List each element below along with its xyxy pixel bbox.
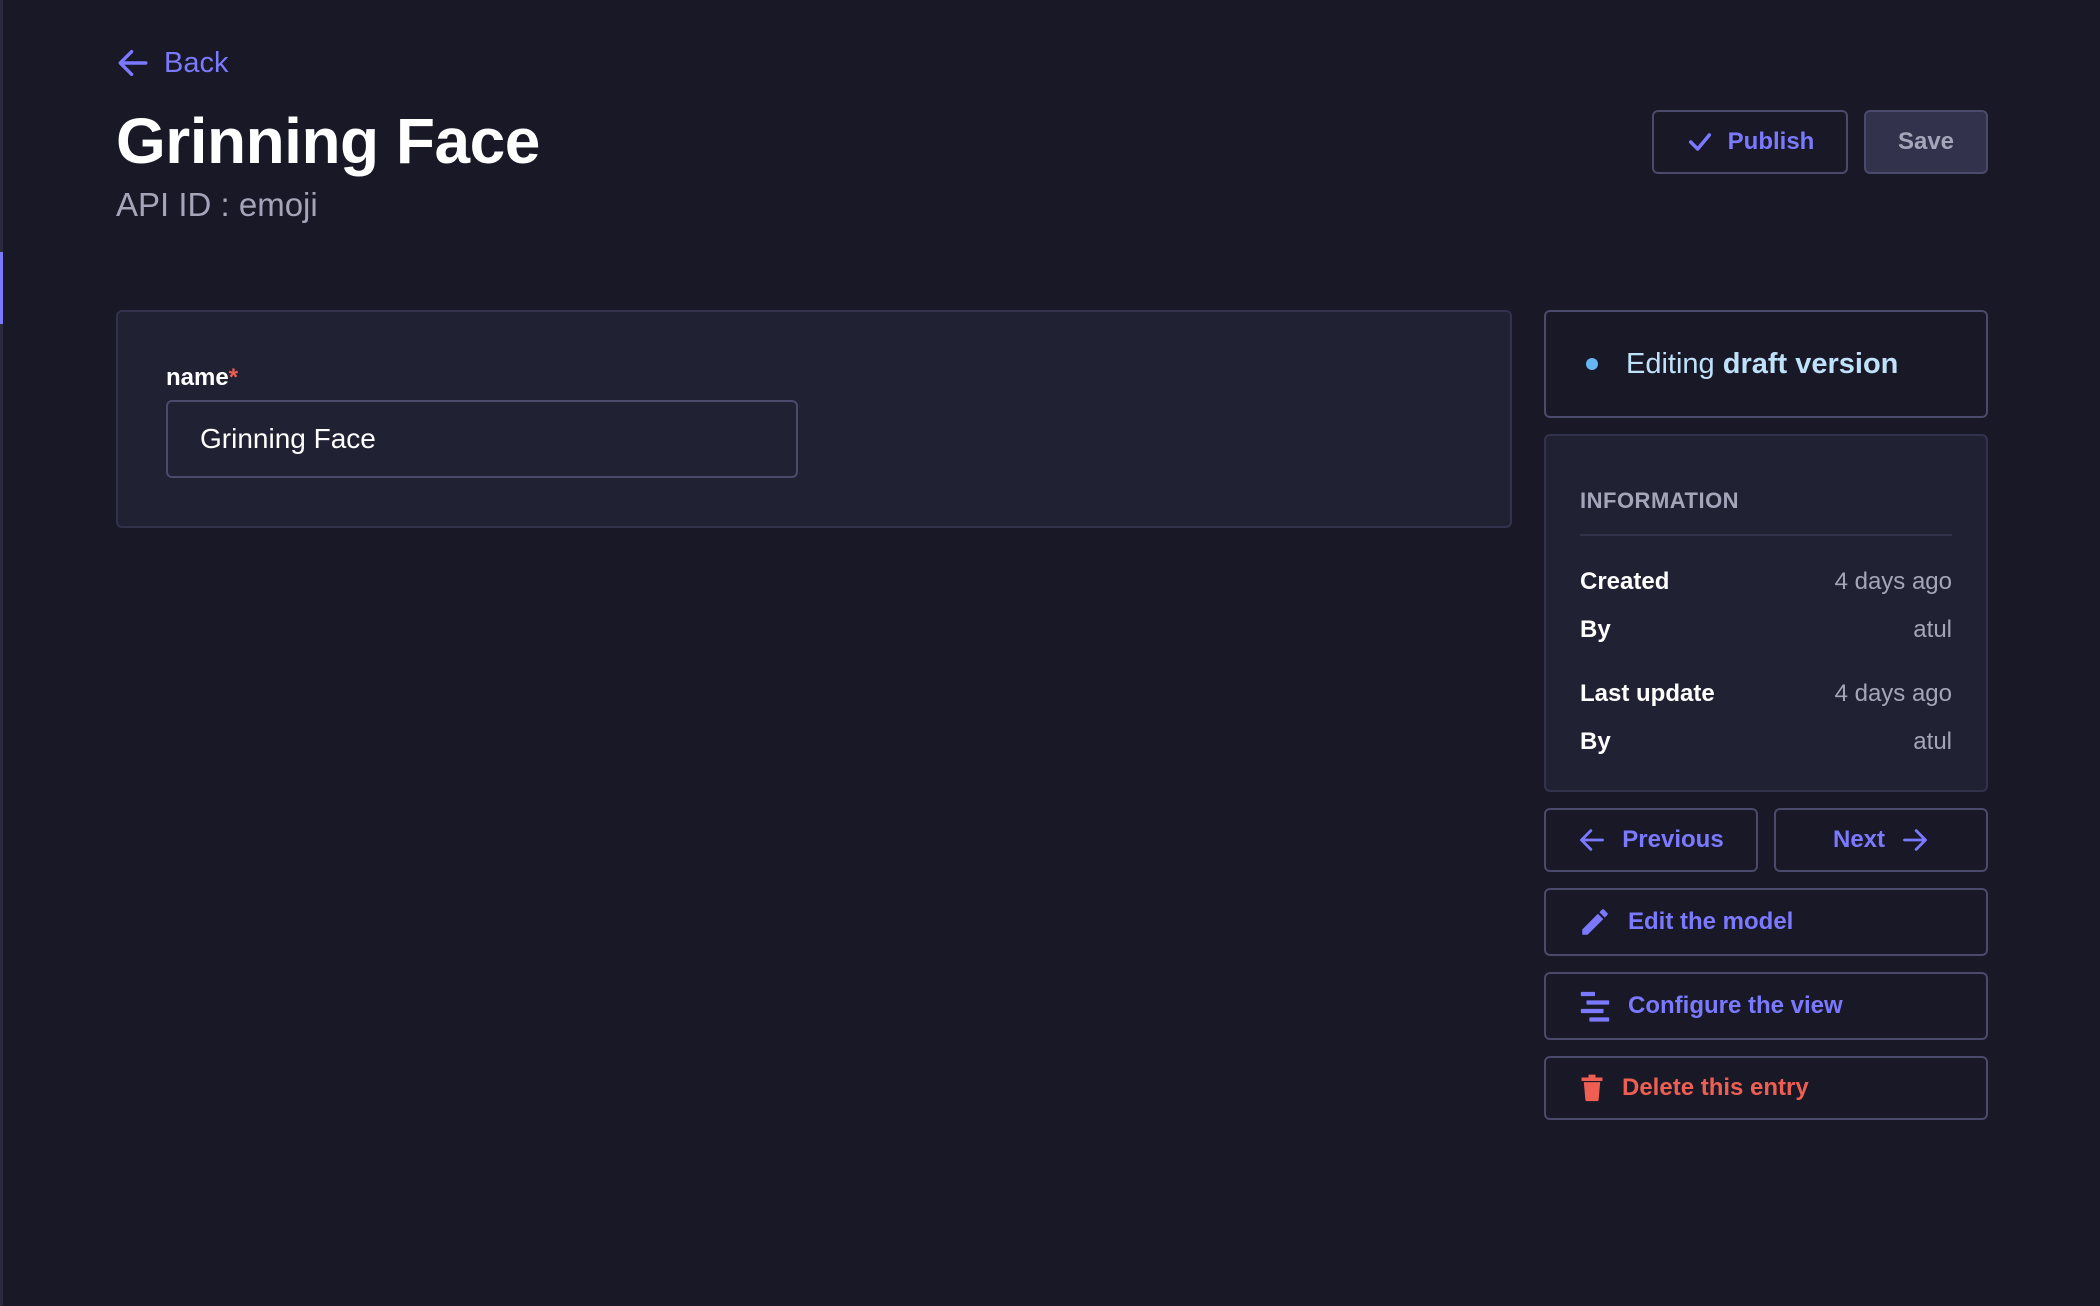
arrow-left-icon [1580,829,1605,851]
pencil-icon [1582,909,1608,935]
created-row: Created 4 days ago [1580,558,1952,606]
status-prefix: Editing [1626,347,1715,380]
information-panel: INFORMATION Created 4 days ago By atul L… [1544,434,1988,792]
created-by-row: By atul [1580,606,1952,654]
created-by-label: By [1580,616,1611,643]
name-field-label: name* [166,364,238,392]
status-emphasis: draft version [1722,347,1899,380]
updated-by-label: By [1580,728,1611,755]
required-mark: * [228,364,239,391]
publish-label: Publish [1727,128,1815,155]
arrow-right-icon [1903,829,1927,851]
edit-model-button[interactable]: Edit the model [1544,888,1988,956]
left-nav-edge [0,0,3,1306]
delete-entry-label: Delete this entry [1622,1074,1809,1101]
back-label: Back [164,46,229,79]
updated-by-row: By atul [1580,718,1952,766]
layout-icon [1580,991,1610,1022]
previous-button[interactable]: Previous [1544,808,1758,872]
configure-view-button[interactable]: Configure the view [1544,972,1988,1040]
previous-label: Previous [1622,826,1724,853]
created-label: Created [1580,568,1670,595]
created-value: 4 days ago [1834,568,1952,595]
updated-by-value: atul [1913,728,1952,755]
publish-button[interactable]: Publish [1652,110,1848,174]
last-update-value: 4 days ago [1834,680,1952,707]
updated-group: Last update 4 days ago By atul [1580,670,1952,766]
entry-form-card: name* [116,310,1512,528]
name-label-text: name [166,364,229,391]
check-icon [1688,133,1711,151]
next-button[interactable]: Next [1774,808,1988,872]
name-input[interactable] [166,400,798,478]
content-manager-edit-view: Back Grinning Face API ID : emoji Publis… [0,0,2100,1306]
information-heading: INFORMATION [1580,488,1952,536]
edit-model-label: Edit the model [1628,908,1794,935]
arrow-left-icon [118,49,148,77]
created-by-value: atul [1913,616,1952,643]
last-update-row: Last update 4 days ago [1580,670,1952,718]
configure-view-label: Configure the view [1628,992,1843,1019]
api-id: API ID : emoji [116,186,318,223]
trash-icon [1581,1074,1603,1102]
status-dot-icon [1586,358,1598,370]
status-box: Editing draft version [1544,310,1988,418]
left-nav-active-indicator [0,252,3,324]
delete-entry-button[interactable]: Delete this entry [1544,1056,1988,1120]
created-group: Created 4 days ago By atul [1580,558,1952,654]
status-text: Editing draft version [1626,348,1898,381]
back-link[interactable]: Back [116,46,228,80]
last-update-label: Last update [1580,680,1715,707]
save-button[interactable]: Save [1864,110,1988,174]
next-label: Next [1832,826,1886,853]
page-title: Grinning Face [116,105,540,177]
save-label: Save [1897,128,1955,155]
